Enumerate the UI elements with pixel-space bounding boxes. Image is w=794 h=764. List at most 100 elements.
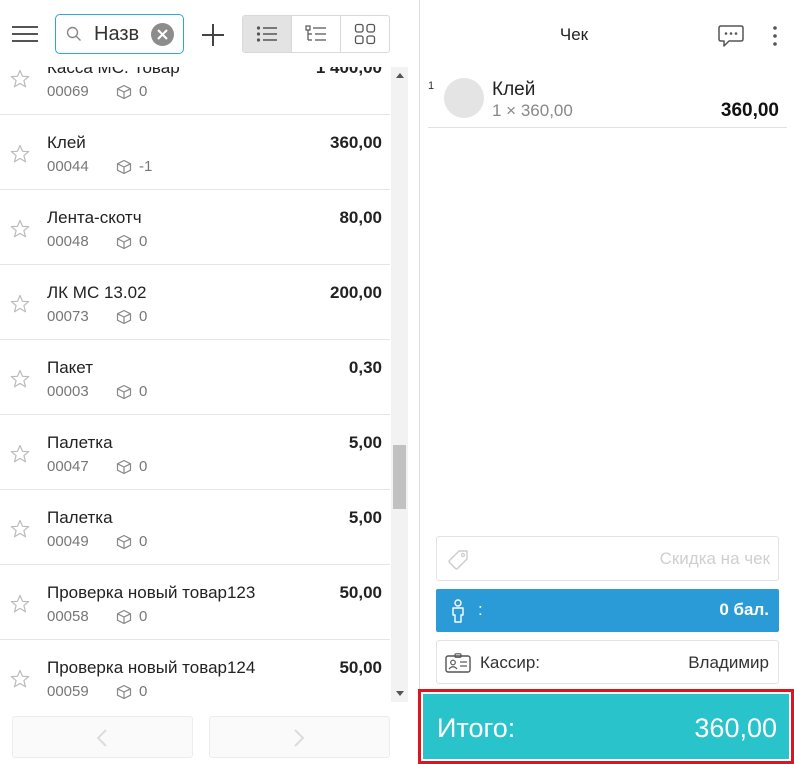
product-stock: -1 bbox=[139, 158, 153, 175]
cashier-name: Владимир bbox=[688, 653, 769, 672]
box-icon bbox=[116, 459, 132, 475]
list-item[interactable]: Клей 00044 -1 360,00 bbox=[0, 115, 390, 190]
box-icon bbox=[116, 534, 132, 550]
pagination bbox=[0, 702, 408, 764]
total-pay-button[interactable]: Итого: 360,00 bbox=[418, 689, 794, 764]
product-code: 00059 bbox=[47, 683, 89, 700]
product-stock: 0 bbox=[139, 458, 148, 475]
star-icon[interactable] bbox=[10, 444, 30, 464]
product-code: 00049 bbox=[47, 533, 89, 550]
search-box[interactable] bbox=[55, 14, 184, 54]
customer-bonus-button[interactable]: : 0 бал. bbox=[436, 589, 779, 632]
product-name: ЛК МС 13.02 bbox=[47, 283, 147, 302]
view-mode-switch bbox=[242, 15, 390, 53]
list-item[interactable]: Палетка 00049 0 5,00 bbox=[0, 490, 390, 565]
product-name: Палетка bbox=[47, 508, 113, 527]
product-list: Касса МС. Товар 00069 0 1 400,00 Клей 00… bbox=[0, 40, 390, 702]
star-icon[interactable] bbox=[10, 369, 30, 389]
total-label: Итого: bbox=[437, 713, 516, 743]
product-panel: Касса МС. Товар 00069 0 1 400,00 Клей 00… bbox=[0, 0, 408, 764]
product-list-scrollbar[interactable] bbox=[391, 67, 408, 702]
search-input[interactable] bbox=[94, 21, 152, 47]
star-icon[interactable] bbox=[10, 144, 30, 164]
scrollbar-thumb[interactable] bbox=[393, 445, 406, 509]
line-item-index: 1 bbox=[428, 80, 435, 92]
product-stock: 0 bbox=[139, 383, 148, 400]
receipt-title: Чек bbox=[559, 25, 589, 44]
next-page-button[interactable] bbox=[209, 716, 390, 758]
bonus-value: 0 бал. bbox=[719, 600, 769, 619]
product-stock: 0 bbox=[139, 683, 148, 700]
line-item-qty: 1 × 360,00 bbox=[492, 101, 573, 120]
product-price: 80,00 bbox=[339, 208, 382, 227]
more-vertical-icon[interactable] bbox=[768, 24, 782, 48]
product-price: 0,30 bbox=[348, 358, 382, 377]
prev-page-button[interactable] bbox=[12, 716, 193, 758]
scroll-down-icon[interactable] bbox=[396, 691, 404, 696]
product-avatar bbox=[444, 78, 484, 118]
box-icon bbox=[116, 159, 132, 175]
box-icon bbox=[116, 684, 132, 700]
product-name: Проверка новый товар123 bbox=[47, 583, 256, 602]
list-item[interactable]: Лента-скотч 00048 0 80,00 bbox=[0, 190, 390, 265]
product-name: Клей bbox=[47, 133, 86, 152]
comment-icon[interactable] bbox=[718, 24, 744, 48]
cashier-button[interactable]: Кассир: Владимир bbox=[436, 640, 779, 684]
product-stock: 0 bbox=[139, 233, 148, 250]
product-price: 50,00 bbox=[339, 583, 382, 602]
chevron-left-icon bbox=[96, 729, 107, 747]
tree-view-icon bbox=[305, 25, 326, 41]
plus-icon[interactable] bbox=[199, 21, 227, 49]
star-icon[interactable] bbox=[10, 294, 30, 314]
product-code: 00047 bbox=[47, 458, 89, 475]
discount-label: Скидка на чек bbox=[659, 549, 770, 568]
box-icon bbox=[116, 84, 132, 100]
list-item[interactable]: Пакет 00003 0 0,30 bbox=[0, 340, 390, 415]
product-stock: 0 bbox=[139, 608, 148, 625]
star-icon[interactable] bbox=[10, 219, 30, 239]
star-icon[interactable] bbox=[10, 594, 30, 614]
tree-view-button[interactable] bbox=[292, 16, 341, 52]
list-item[interactable]: Проверка новый товар124 00059 0 50,00 bbox=[0, 640, 390, 702]
product-stock: 0 bbox=[139, 308, 148, 325]
receipt-discount-button[interactable]: Скидка на чек bbox=[436, 536, 779, 581]
id-card-icon bbox=[445, 653, 471, 673]
person-icon bbox=[452, 599, 464, 623]
list-item[interactable]: Палетка 00047 0 5,00 bbox=[0, 415, 390, 490]
cashier-label: Кассир: bbox=[480, 653, 541, 672]
list-item[interactable]: Проверка новый товар123 00058 0 50,00 bbox=[0, 565, 390, 640]
receipt-line-item[interactable]: 1 Клей 1 × 360,00 360,00 bbox=[428, 76, 787, 128]
bonus-label: : bbox=[478, 600, 483, 619]
product-code: 00044 bbox=[47, 158, 89, 175]
product-price: 200,00 bbox=[330, 283, 382, 302]
search-icon bbox=[66, 26, 81, 41]
line-item-sum: 360,00 bbox=[720, 100, 779, 121]
panel-divider bbox=[419, 0, 420, 690]
list-view-button[interactable] bbox=[243, 16, 292, 52]
grid-view-button[interactable] bbox=[341, 16, 389, 52]
list-item[interactable]: ЛК МС 13.02 00073 0 200,00 bbox=[0, 265, 390, 340]
product-code: 00073 bbox=[47, 308, 89, 325]
star-icon[interactable] bbox=[10, 519, 30, 539]
box-icon bbox=[116, 384, 132, 400]
list-view-icon bbox=[256, 26, 277, 42]
product-name: Палетка bbox=[47, 433, 113, 452]
box-icon bbox=[116, 309, 132, 325]
product-price: 5,00 bbox=[348, 508, 382, 527]
clear-icon[interactable] bbox=[151, 23, 174, 46]
total-bar: Итого: 360,00 bbox=[423, 694, 789, 759]
star-icon[interactable] bbox=[10, 69, 30, 89]
product-code: 00003 bbox=[47, 383, 89, 400]
chevron-right-icon bbox=[294, 729, 305, 747]
box-icon bbox=[116, 234, 132, 250]
scroll-up-icon[interactable] bbox=[396, 73, 404, 78]
product-code: 00048 bbox=[47, 233, 89, 250]
line-item-name: Клей bbox=[492, 79, 536, 100]
star-icon[interactable] bbox=[10, 669, 30, 689]
product-price: 50,00 bbox=[339, 658, 382, 677]
hamburger-icon[interactable] bbox=[12, 24, 38, 44]
grid-view-icon bbox=[354, 23, 376, 45]
product-code: 00058 bbox=[47, 608, 89, 625]
product-name: Лента-скотч bbox=[47, 208, 142, 227]
product-code: 00069 bbox=[47, 83, 89, 100]
